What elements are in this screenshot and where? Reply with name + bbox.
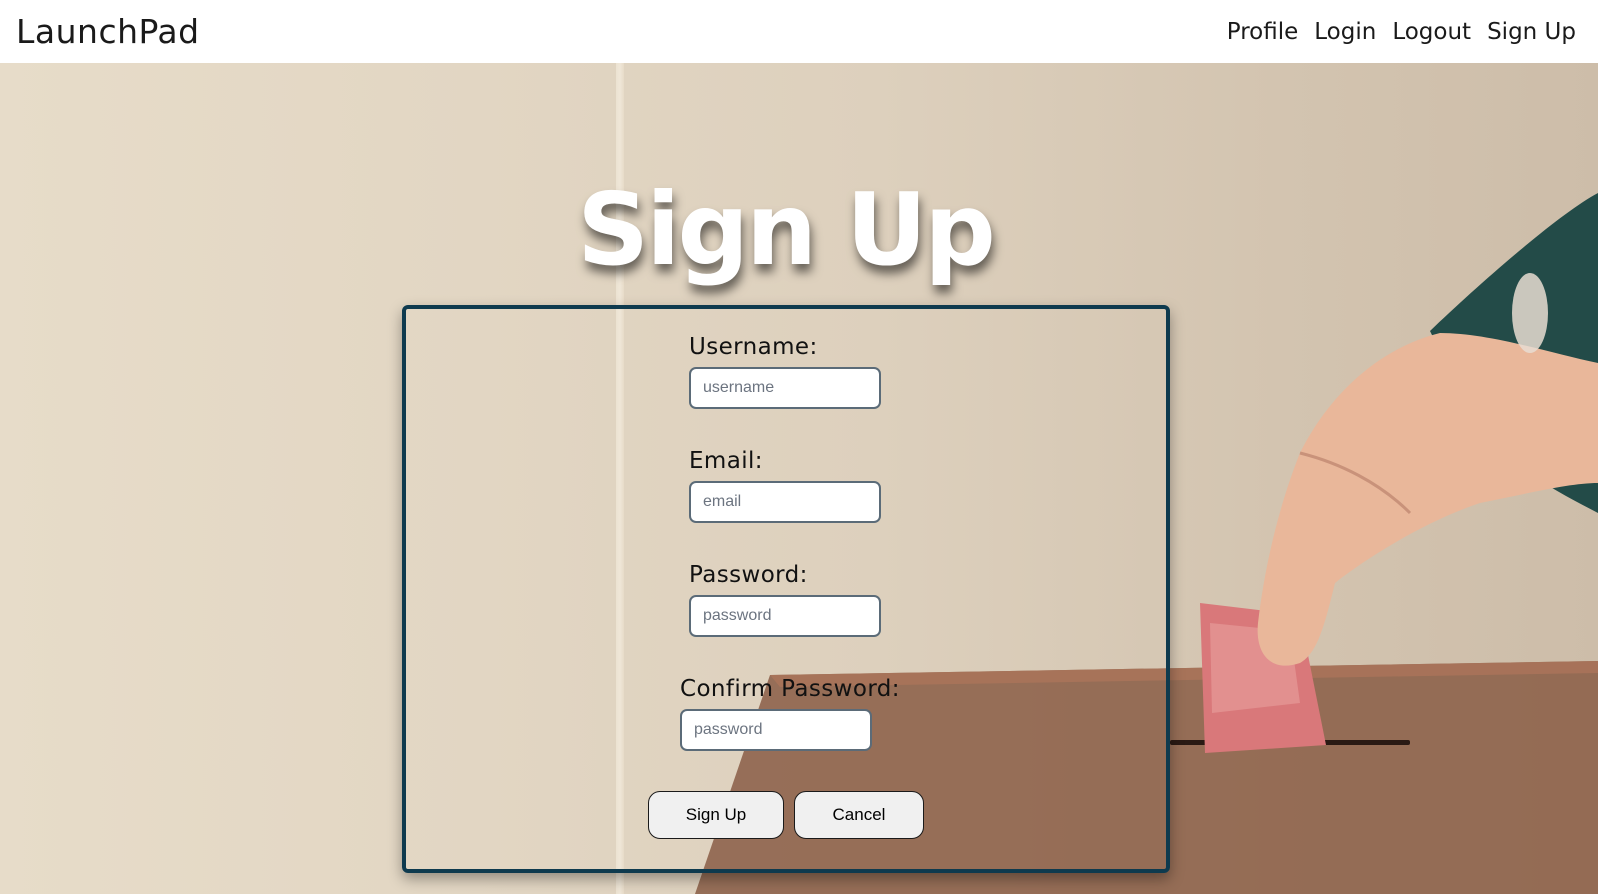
password-input[interactable] [689,595,881,637]
username-input[interactable] [689,367,881,409]
username-label: Username: [689,334,818,360]
nav-link-logout[interactable]: Logout [1392,19,1471,45]
confirm-password-input[interactable] [680,709,872,751]
signup-form: Username: Email: Password: Confirm Passw… [402,305,1170,873]
email-label: Email: [689,448,763,474]
nav-link-signup[interactable]: Sign Up [1487,19,1576,45]
hero-background: Sign Up Username: Email: Password: Confi… [0,63,1598,894]
top-navbar: LaunchPad Profile Login Logout Sign Up [0,0,1598,63]
email-input[interactable] [689,481,881,523]
nav-link-login[interactable]: Login [1314,19,1376,45]
nav-links: Profile Login Logout Sign Up [1227,19,1576,45]
nav-link-profile[interactable]: Profile [1227,19,1299,45]
brand-logo-link[interactable]: LaunchPad [16,12,200,51]
cancel-button[interactable]: Cancel [794,791,924,839]
password-label: Password: [689,562,808,588]
signup-submit-button[interactable]: Sign Up [648,791,784,839]
confirm-password-label: Confirm Password: [680,676,900,702]
hand [1257,333,1598,666]
page-title: Sign Up [577,171,996,288]
